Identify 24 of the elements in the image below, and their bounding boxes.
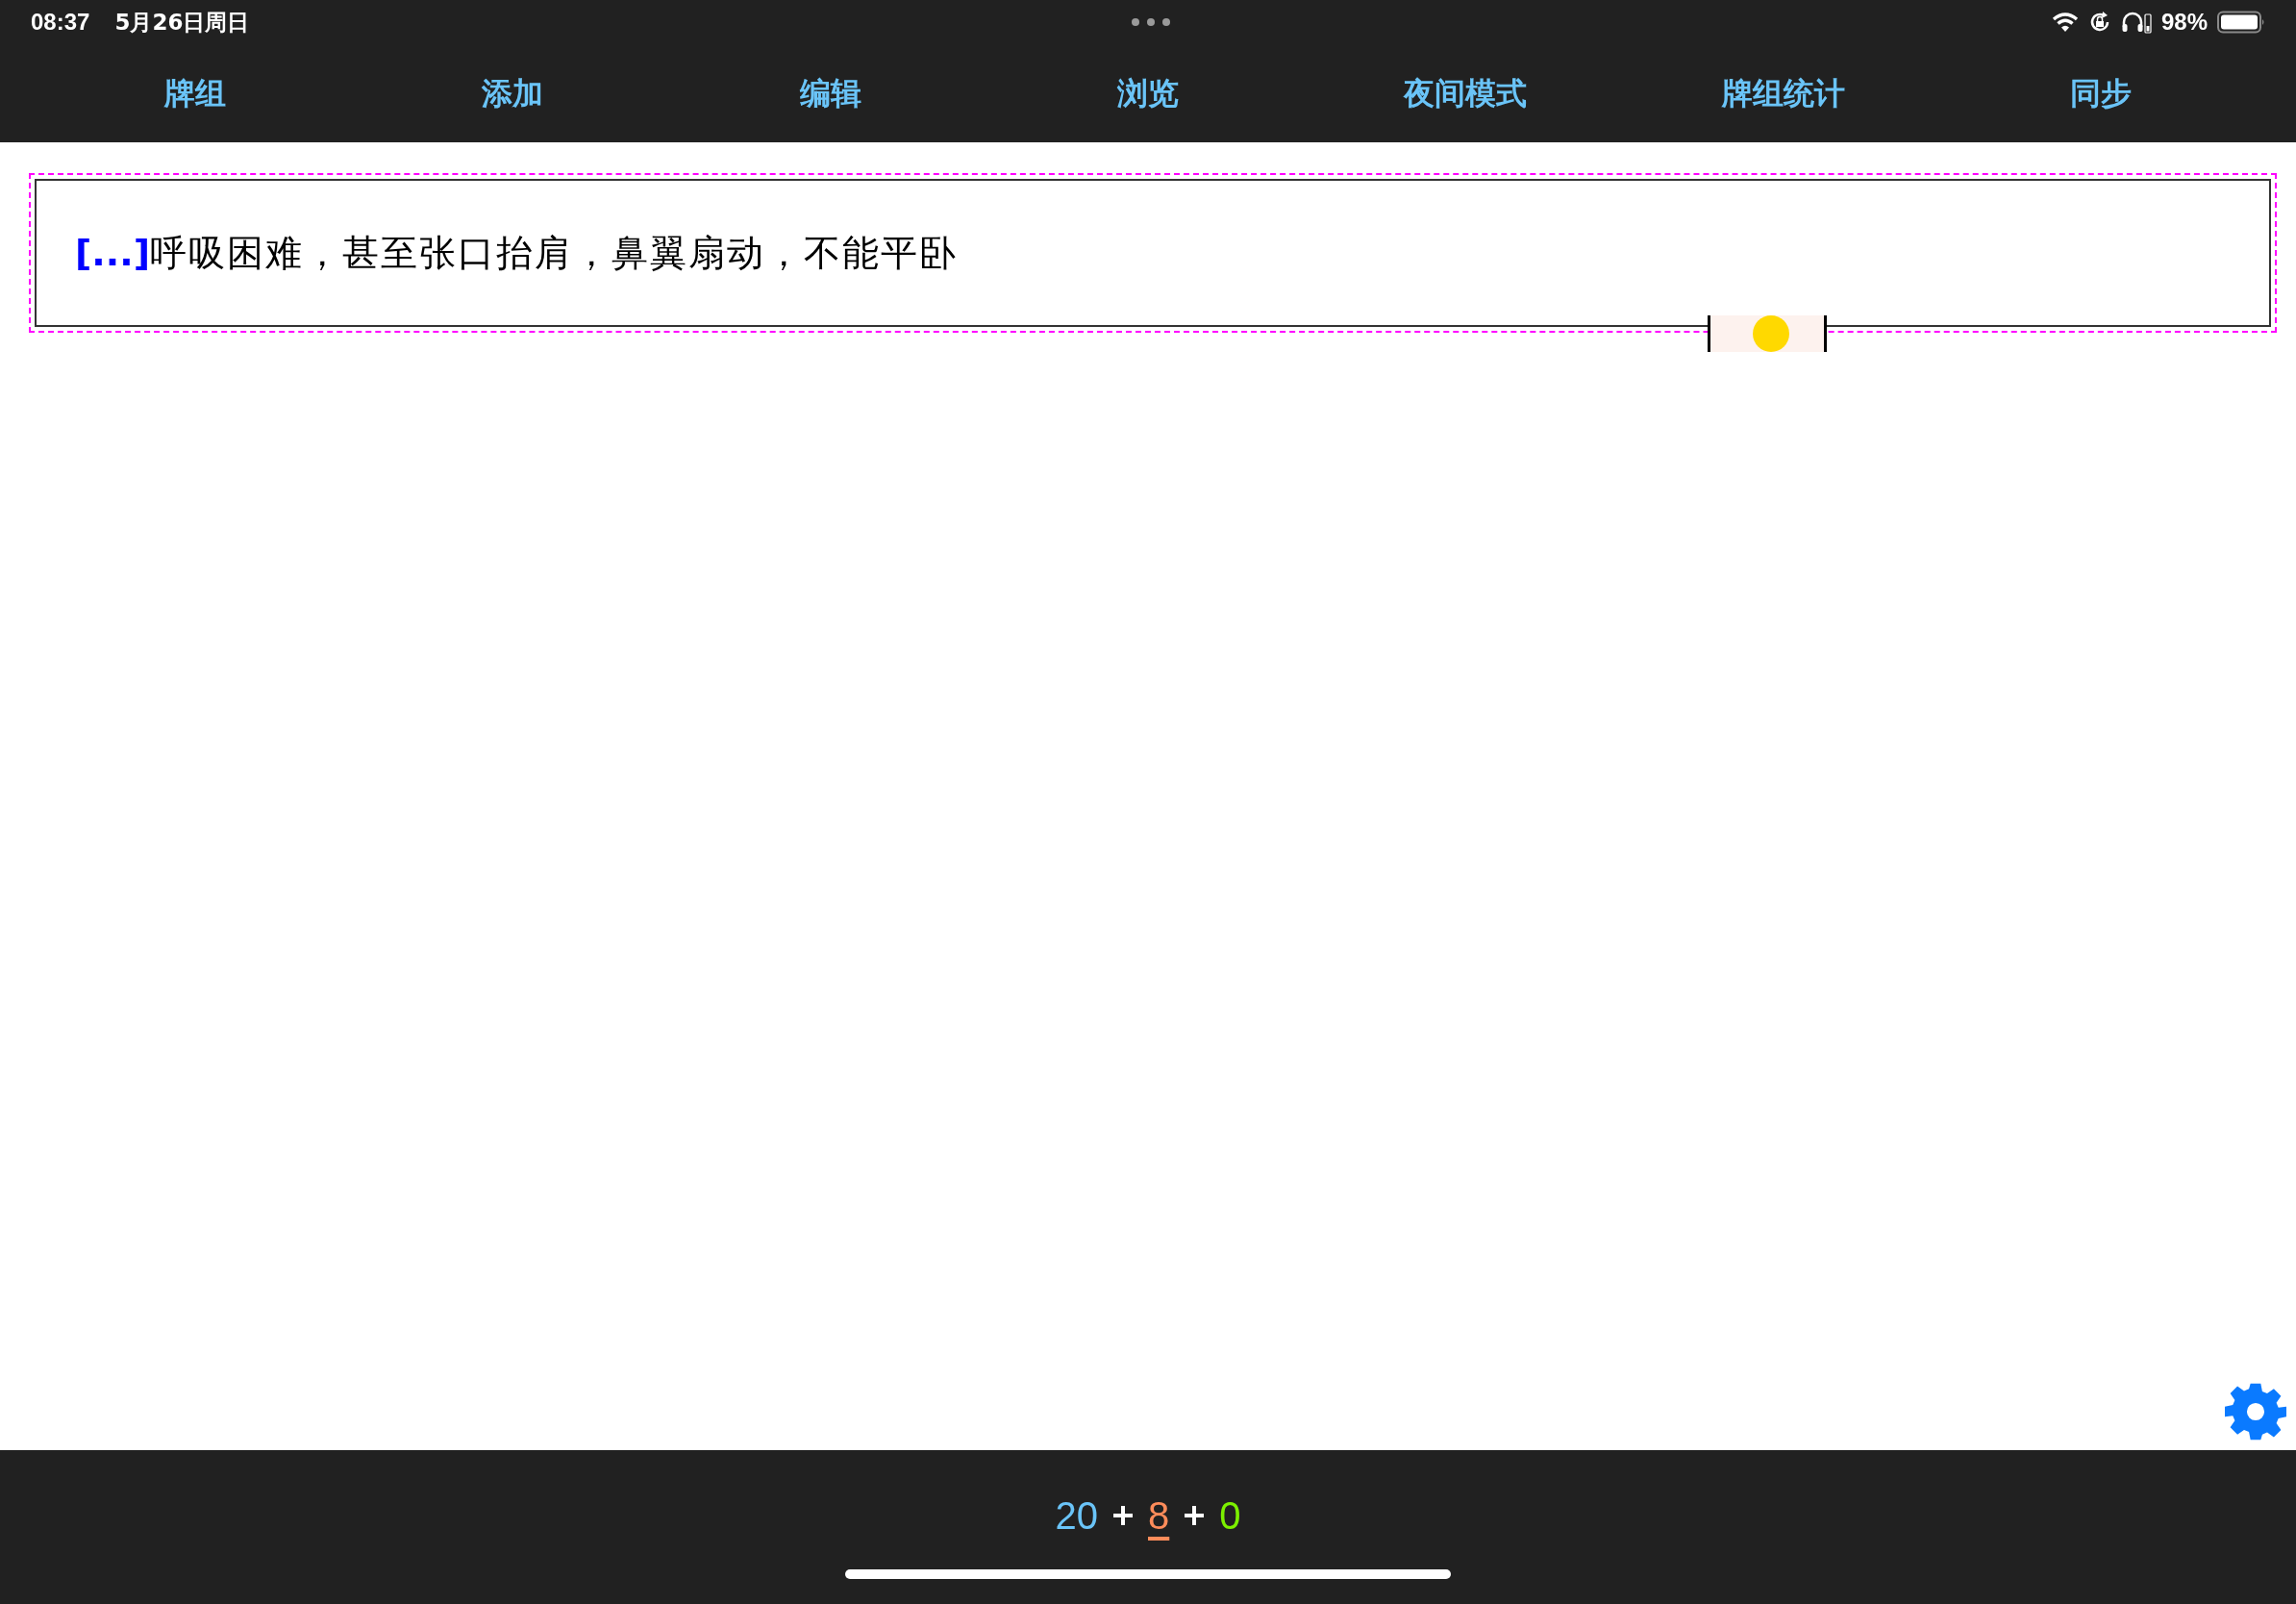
status-time: 08:37 [31, 8, 90, 37]
count: 0 [1219, 1493, 1241, 1539]
status-date: 5月26日周日 [114, 8, 250, 37]
dot-icon [1753, 315, 1789, 352]
wifi-icon [2051, 12, 2079, 33]
nav-tab[interactable]: 添加 [482, 70, 544, 116]
card-text: 呼吸困难，甚至张口抬肩，鼻翼扇动，不能平卧 [150, 230, 959, 276]
nav-tab[interactable]: 同步 [2069, 70, 2132, 116]
cloze-marker: [...] [75, 230, 151, 276]
nav-tab[interactable]: 浏览 [1117, 70, 1179, 116]
battery-icon [2217, 11, 2265, 34]
nav-tab[interactable]: 牌组 [164, 70, 227, 116]
headphones-battery-icon [2120, 11, 2152, 34]
nav-tab[interactable]: 夜间模式 [1404, 70, 1528, 116]
plus-icon [1111, 1504, 1135, 1527]
nav-tab[interactable]: 牌组统计 [1721, 70, 1845, 116]
count: 8 [1148, 1493, 1170, 1539]
resize-handle[interactable] [1708, 315, 1827, 352]
battery-percent: 98% [2160, 8, 2208, 37]
more-dots-icon[interactable] [1130, 17, 1171, 27]
nav-tab[interactable]: 编辑 [799, 70, 861, 116]
settings-icon[interactable] [2225, 1381, 2286, 1442]
count: 20 [1055, 1493, 1098, 1539]
plus-icon [1183, 1504, 1207, 1527]
